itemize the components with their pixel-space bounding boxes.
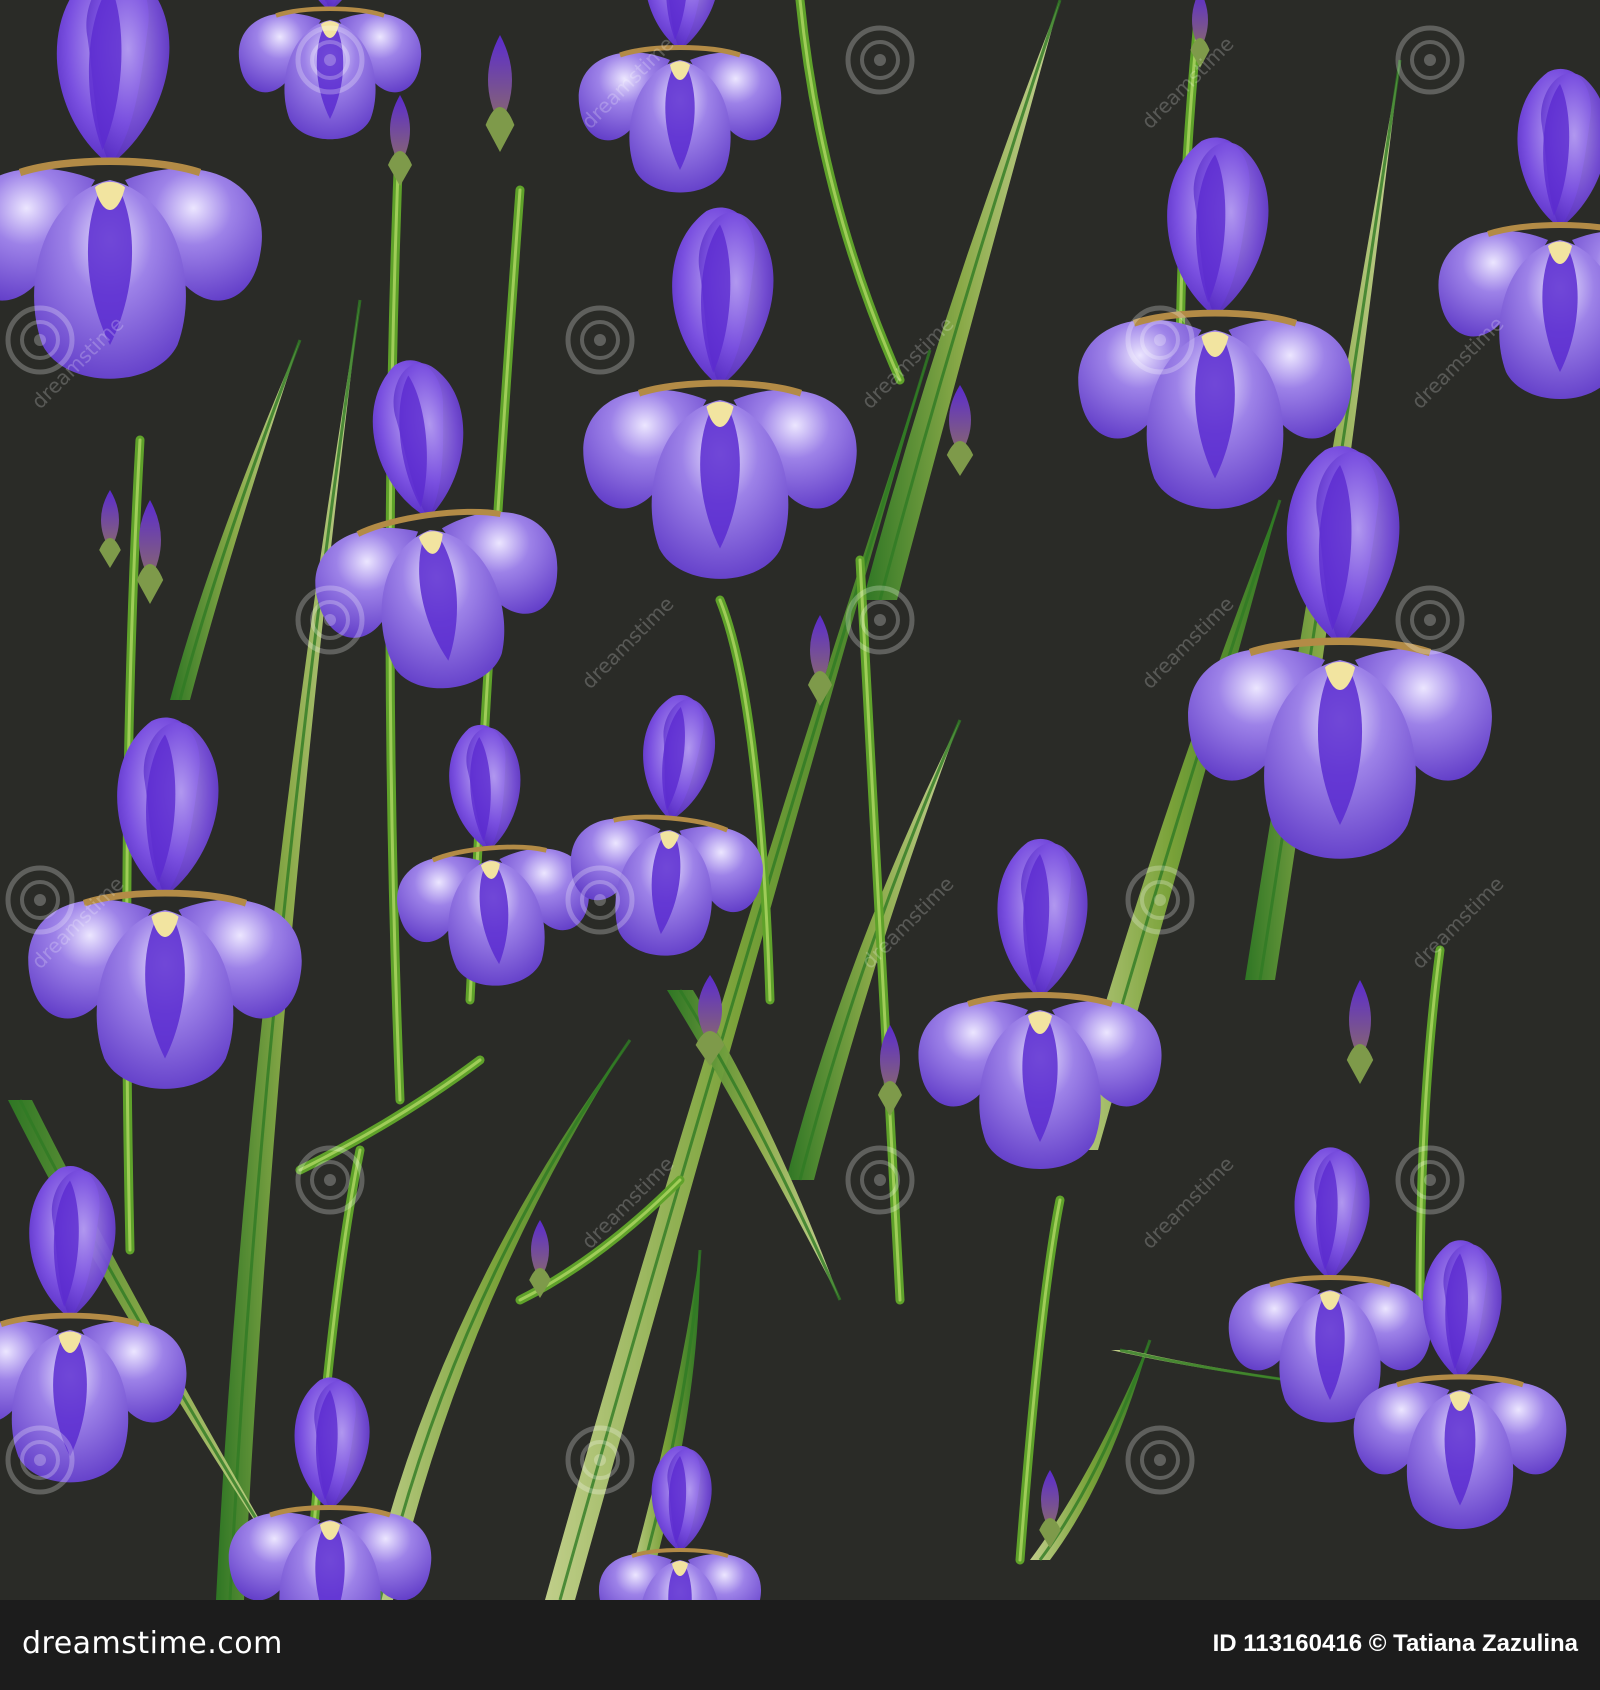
fall-vein — [315, 1530, 345, 1600]
watermark-spiral-icon — [845, 25, 915, 95]
iris-bud — [136, 500, 164, 604]
iris-bud — [1346, 980, 1374, 1084]
watermark-text: dreamstime — [1137, 1152, 1239, 1254]
spiral-core — [1424, 54, 1436, 66]
iris-flower — [598, 1445, 762, 1600]
bud-sepal — [99, 538, 121, 568]
spiral-core — [594, 894, 606, 906]
spiral-core — [324, 614, 336, 626]
iris-bud — [485, 35, 515, 152]
watermark-spiral-icon — [1395, 1145, 1465, 1215]
bud-sepal — [388, 151, 412, 186]
spiral-core — [1424, 614, 1436, 626]
spiral-core — [874, 614, 886, 626]
iris-flower — [1078, 137, 1352, 509]
footer-copyright: © Tatiana Zazulina — [1368, 1630, 1578, 1657]
iris-bud — [99, 490, 121, 568]
spiral-core — [874, 54, 886, 66]
watermark-spiral-icon — [845, 1145, 915, 1215]
spiral-core — [594, 334, 606, 346]
iris-flower — [397, 724, 590, 986]
footer-image-id: ID 113160416 — [1212, 1630, 1363, 1657]
watermark-spiral-icon — [1395, 585, 1465, 655]
bud-sepal — [485, 107, 515, 152]
spiral-core — [34, 894, 46, 906]
iris-bud — [388, 95, 412, 186]
bud-sepal — [136, 564, 164, 604]
iris-flower — [583, 207, 857, 579]
bud-sepal — [946, 441, 974, 476]
spiral-core — [1154, 1454, 1166, 1466]
spiral-core — [1424, 1174, 1436, 1186]
flower-stem — [305, 1145, 365, 1585]
spiral-core — [324, 54, 336, 66]
spiral-core — [324, 1174, 336, 1186]
bud-sepal — [878, 1081, 902, 1116]
footer-site-name: dreamstime.com — [22, 1626, 283, 1661]
spiral-core — [1154, 894, 1166, 906]
watermark-text: dreamstime — [1407, 872, 1509, 974]
watermark-spiral-icon — [1395, 25, 1465, 95]
spiral-core — [34, 1454, 46, 1466]
footer-credit: ID 113160416 © Tatiana Zazulina — [1213, 1630, 1578, 1658]
style-arm — [1487, 222, 1600, 237]
watermark-spiral-icon — [565, 305, 635, 375]
bud-sepal — [1346, 1044, 1374, 1084]
spiral-core — [874, 1174, 886, 1186]
iris-flower — [0, 1166, 187, 1483]
stock-footer-bar: dreamstime.com ID 113160416 © Tatiana Za… — [0, 1600, 1600, 1690]
spiral-core — [1154, 334, 1166, 346]
watermark-spiral-icon — [1125, 1425, 1195, 1495]
watermark-text: dreamstime — [577, 592, 679, 694]
iris-pattern-artwork: dreamstime dreamstime dreamstime dreamstime… — [0, 0, 1600, 1600]
flower-stem — [295, 1055, 485, 1175]
iris-illustration: dreamstime dreamstimedreamstime dreamstime… — [0, 0, 1600, 1600]
spiral-core — [594, 1454, 606, 1466]
spiral-core — [34, 334, 46, 346]
